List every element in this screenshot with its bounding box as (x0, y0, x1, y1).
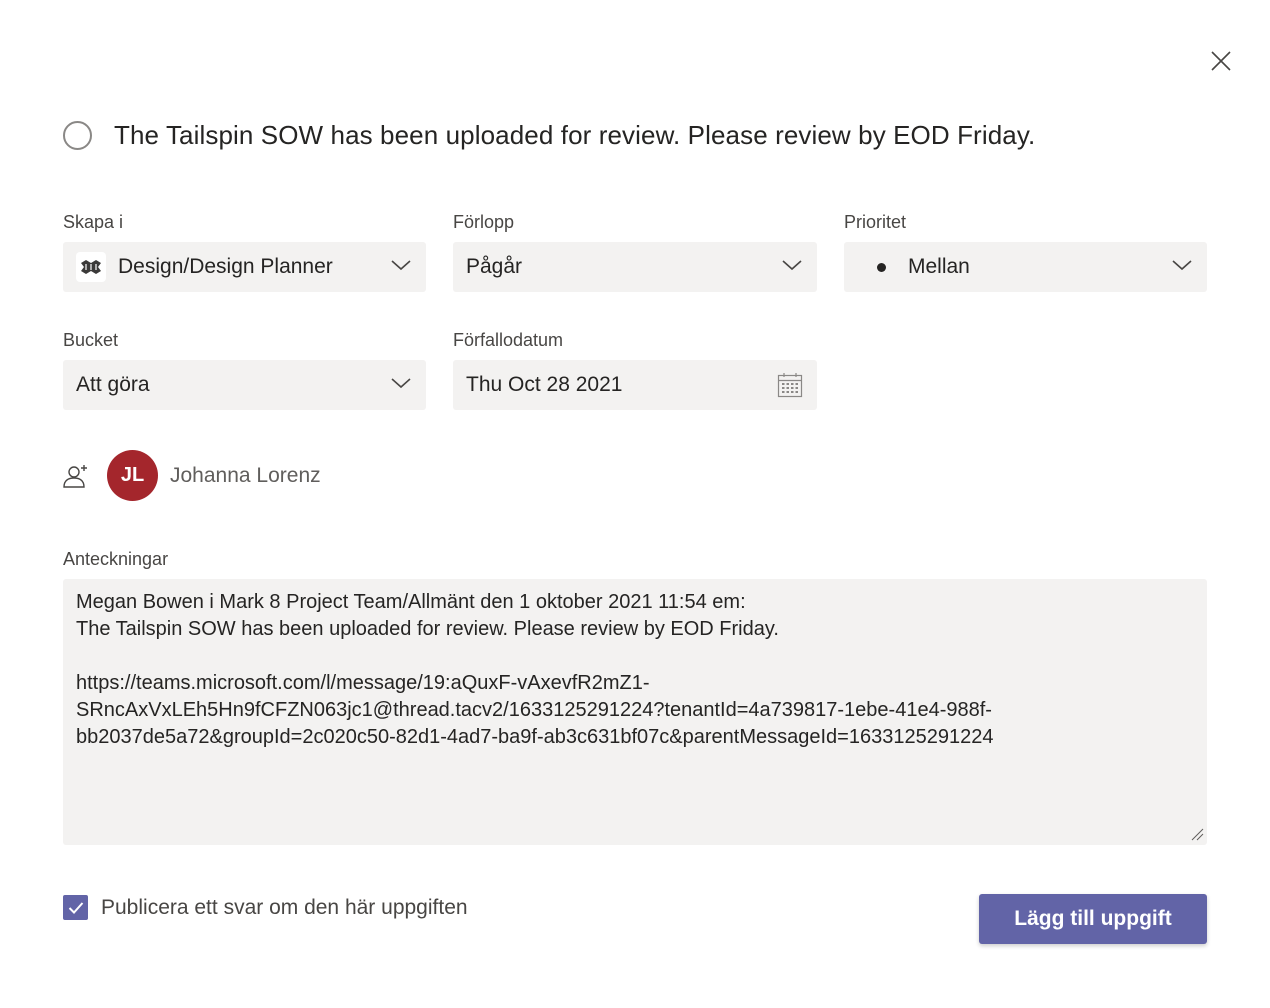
post-reply-label: Publicera ett svar om den här uppgiften (101, 895, 468, 919)
assignee-name: Johanna Lorenz (170, 463, 321, 487)
priority-label: Prioritet (844, 212, 907, 232)
checkmark-icon (68, 901, 83, 914)
create-in-label: Skapa i (63, 212, 124, 232)
add-task-button[interactable]: Lägg till uppgift (979, 894, 1207, 944)
calendar-icon[interactable] (777, 372, 803, 398)
add-task-dialog: The Tailspin SOW has been uploaded for r… (0, 0, 1270, 1008)
chevron-down-icon (782, 260, 802, 271)
chevron-down-icon (391, 378, 411, 389)
due-date-label: Förfallodatum (453, 330, 564, 350)
resize-grip-icon[interactable] (1190, 827, 1204, 841)
add-person-icon[interactable] (62, 462, 90, 490)
chevron-down-icon (391, 260, 411, 271)
bucket-label: Bucket (63, 330, 119, 350)
priority-value: Mellan (908, 255, 970, 278)
due-date-field[interactable]: Thu Oct 28 2021 (453, 360, 817, 410)
notes-label: Anteckningar (63, 549, 169, 569)
notes-textarea[interactable]: Megan Bowen i Mark 8 Project Team/Allmän… (63, 579, 1207, 845)
post-reply-checkbox[interactable] (63, 895, 88, 920)
avatar[interactable]: JL (107, 450, 158, 501)
progress-label: Förlopp (453, 212, 515, 232)
progress-dropdown[interactable]: Pågår (453, 242, 817, 292)
priority-dropdown[interactable]: Mellan (844, 242, 1207, 292)
chevron-down-icon (1172, 260, 1192, 271)
bucket-dropdown[interactable]: Att göra (63, 360, 426, 410)
assignee-row: JL Johanna Lorenz (62, 450, 321, 501)
task-title-row: The Tailspin SOW has been uploaded for r… (63, 120, 1035, 151)
create-in-dropdown[interactable]: Design/Design Planner (63, 242, 426, 292)
priority-dot-icon (877, 262, 886, 272)
complete-task-circle-icon[interactable] (63, 121, 92, 150)
create-in-value: Design/Design Planner (118, 255, 333, 278)
task-title[interactable]: The Tailspin SOW has been uploaded for r… (114, 120, 1035, 151)
post-reply-checkbox-row[interactable]: Publicera ett svar om den här uppgiften (63, 895, 468, 920)
close-button[interactable] (1204, 44, 1238, 78)
due-date-value: Thu Oct 28 2021 (466, 373, 623, 396)
progress-value: Pågår (466, 255, 523, 278)
close-icon (1211, 51, 1231, 71)
planner-icon (76, 252, 106, 282)
bucket-value: Att göra (76, 373, 150, 396)
